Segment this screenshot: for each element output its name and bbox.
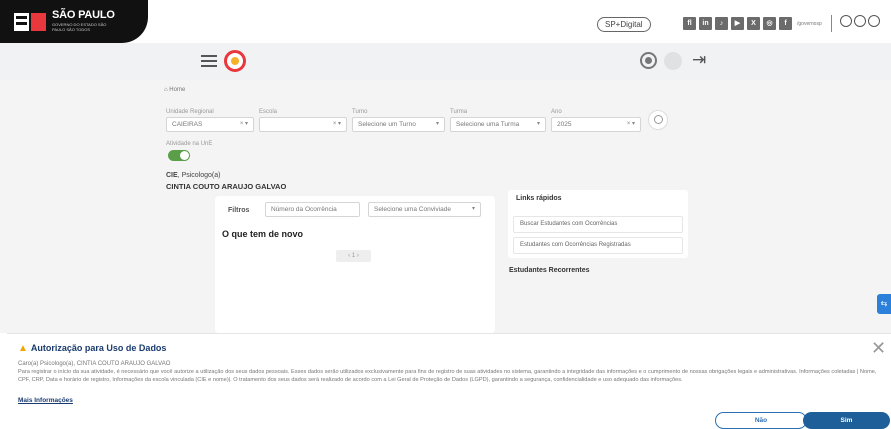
modal-user-line: Caro(a) Psicologo(a), CINTIA COUTO ARAUJ… (18, 361, 171, 367)
turma-label: Turma (450, 109, 468, 115)
quick-link-search-students[interactable]: Buscar Estudantes com Ocorrências (513, 216, 683, 233)
close-icon[interactable]: ✕ (871, 339, 886, 357)
sp-digital-link[interactable]: SP+Digital (597, 17, 651, 32)
occurrence-number-input[interactable]: Número da Ocorrência (265, 202, 360, 217)
avatar[interactable] (664, 52, 682, 70)
tiktok-icon[interactable]: ♪ (715, 17, 728, 30)
linkedin-icon[interactable]: in (699, 17, 712, 30)
unidade-label: Unidade Regional (166, 109, 214, 115)
accept-button[interactable]: Sim (803, 412, 890, 429)
app-logo-icon[interactable] (224, 50, 246, 72)
recent-students-title: Estudantes Recorrentes (509, 267, 590, 274)
activity-select[interactable]: Selecione uma Conviviade ▾ (368, 202, 481, 217)
modal-body-text: Para registrar o início da sua atividade… (18, 369, 877, 383)
news-title: O que tem de novo (222, 229, 304, 239)
main-content: ⌂ Home Unidade Regional CAIEIRAS × ▾ Esco… (0, 80, 891, 333)
user-role: CIE, Psicologo(a) (166, 172, 221, 179)
turno-select[interactable]: Selecione um Turno ▾ (352, 117, 445, 132)
youtube-icon[interactable]: ▶ (731, 17, 744, 30)
sp-flag-icon (14, 13, 46, 31)
logo-title: SÃO PAULO (52, 9, 115, 21)
user-name: CINTIA COUTO ARAUJO GALVAO (166, 182, 287, 191)
unidade-select[interactable]: CAIEIRAS × ▾ (166, 117, 254, 132)
turno-label: Turno (352, 109, 368, 115)
quick-links-title: Links rápidos (516, 195, 562, 202)
top-header: SÃO PAULO GOVERNO DO ESTADO SÃO PAULO SÃ… (0, 0, 891, 43)
activity-switch-label: Atividade na UnE (166, 141, 213, 147)
contrast-icon[interactable] (840, 15, 852, 27)
quick-link-registered-students[interactable]: Estudantes com Ocorrências Registradas (513, 237, 683, 254)
x-icon[interactable]: X (747, 17, 760, 30)
search-button[interactable] (648, 110, 668, 130)
menu-icon[interactable] (201, 55, 217, 67)
pagination[interactable]: ‹ 1 › (336, 250, 371, 262)
escola-label: Escola (259, 109, 278, 115)
data-consent-modal: ▲ Autorização para Uso de Dados ✕ Caro(a)… (7, 333, 891, 429)
facebook-icon[interactable]: f (779, 17, 792, 30)
modal-title: ▲ Autorização para Uso de Dados (18, 343, 167, 354)
sao-paulo-logo[interactable]: SÃO PAULO GOVERNO DO ESTADO SÃO PAULO SÃ… (0, 0, 148, 43)
translate-icon[interactable]: ⇆ (877, 294, 891, 314)
social-links: fl in ♪ ▶ X ◎ f /governosp (683, 16, 822, 31)
turma-select[interactable]: Selecione uma Turma ▾ (450, 117, 546, 132)
instagram-icon[interactable]: ◎ (763, 17, 776, 30)
warning-icon: ▲ (18, 343, 28, 354)
quick-links-panel: Links rápidos Buscar Estudantes com Ocor… (508, 190, 688, 258)
user-profile-icon[interactable] (640, 52, 657, 69)
activity-toggle[interactable] (168, 150, 190, 161)
more-info-link[interactable]: Mais Informações (18, 397, 73, 404)
news-panel: Filtros Número da Ocorrência Selecione u… (215, 196, 495, 333)
header-divider (831, 15, 832, 32)
filters-title: Filtros (228, 207, 250, 214)
logo-subtitle: GOVERNO DO ESTADO SÃO PAULO SÃO TODOS (52, 22, 107, 32)
breadcrumb[interactable]: ⌂ Home (164, 87, 185, 93)
ano-label: Ano (551, 109, 562, 115)
escola-select[interactable]: × ▾ (259, 117, 347, 132)
accessibility-tools (840, 15, 880, 27)
font-size-icon[interactable] (854, 15, 866, 27)
app-navbar: ⇥ (0, 43, 891, 80)
accessibility-icon[interactable] (868, 15, 880, 27)
logout-icon[interactable]: ⇥ (692, 51, 706, 69)
decline-button[interactable]: Não (715, 412, 807, 429)
flickr-icon[interactable]: fl (683, 17, 696, 30)
ano-select[interactable]: 2025 × ▾ (551, 117, 641, 132)
gov-handle: /governosp (797, 20, 822, 27)
